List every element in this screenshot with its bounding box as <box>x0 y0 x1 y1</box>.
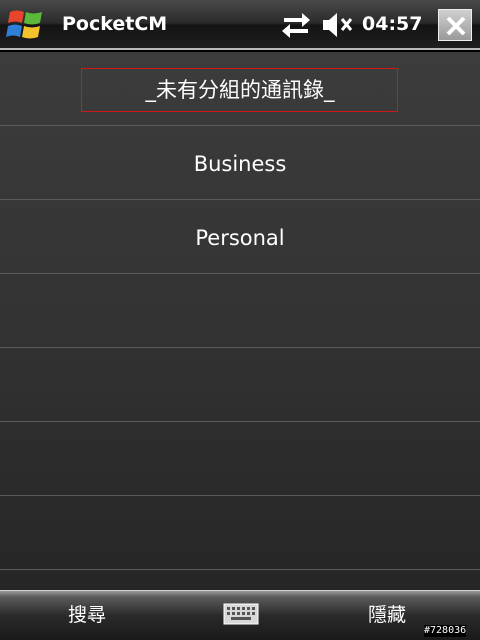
list-item-ungrouped[interactable]: _未有分組的通訊錄_ <box>0 52 480 126</box>
hide-softkey[interactable]: 隱藏 <box>368 602 406 628</box>
windows-start-icon[interactable] <box>4 6 48 44</box>
keyboard-icon[interactable] <box>223 602 259 626</box>
list-item-personal[interactable]: Personal <box>0 200 480 274</box>
list-item-empty <box>0 348 480 422</box>
list-item-business[interactable]: Business <box>0 126 480 200</box>
softkey-bar: 搜尋 隱藏 <box>0 590 480 640</box>
list-item-label: _未有分組的通訊錄_ <box>145 78 335 102</box>
list-item-label: Personal <box>195 226 285 250</box>
title-bar: PocketCM 04:57 <box>0 0 480 50</box>
connectivity-arrows-icon[interactable] <box>278 10 314 40</box>
list-item-label: Business <box>193 152 287 176</box>
close-icon <box>446 16 466 36</box>
list-item-empty <box>0 496 480 570</box>
watermark-id: #728036 <box>424 625 467 637</box>
group-list: _未有分組的通訊錄_ Business Personal <box>0 52 480 590</box>
app-title: PocketCM <box>62 13 168 35</box>
list-item-empty <box>0 422 480 496</box>
speaker-muted-icon[interactable] <box>320 10 354 40</box>
clock[interactable]: 04:57 <box>362 12 422 36</box>
search-softkey[interactable]: 搜尋 <box>68 602 106 628</box>
list-item-empty <box>0 274 480 348</box>
close-button[interactable] <box>438 9 472 41</box>
